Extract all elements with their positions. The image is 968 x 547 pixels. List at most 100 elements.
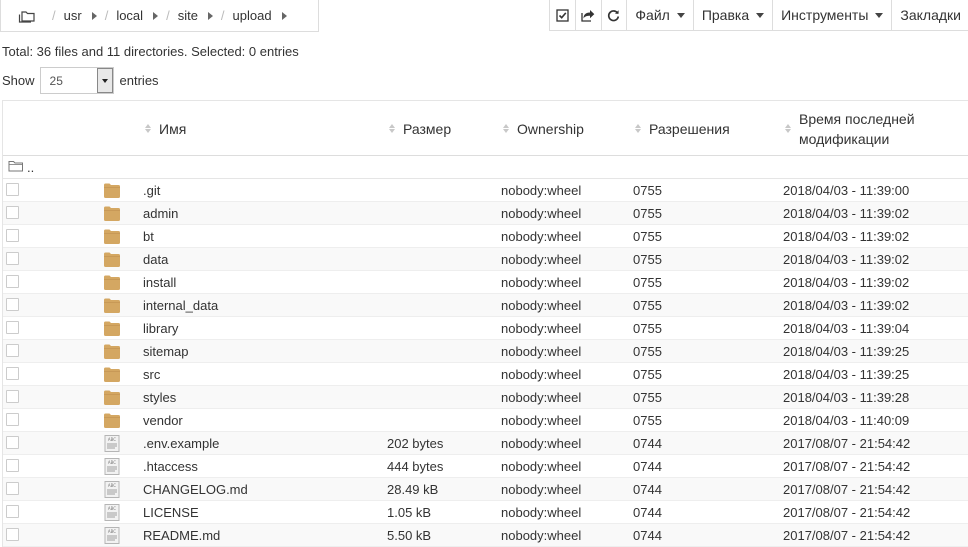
cell-ownership: nobody:wheel (501, 183, 582, 198)
row-checkbox[interactable] (6, 482, 19, 495)
table-row[interactable]: src nobody:wheel 0755 2018/04/03 - 11:39:25 (3, 363, 968, 386)
svg-text:ABC: ABC (108, 437, 116, 442)
cell-ownership: nobody:wheel (501, 298, 582, 313)
svg-text:ABC: ABC (108, 529, 116, 534)
table-row[interactable]: bt nobody:wheel 0755 2018/04/03 - 11:39:02 (3, 225, 968, 248)
cell-name[interactable]: library (143, 317, 178, 340)
cell-name[interactable]: internal_data (143, 294, 218, 317)
caret-right-icon[interactable] (207, 11, 213, 20)
file-table: Имя Размер Ownership Разрешения Время по… (2, 100, 968, 547)
row-checkbox[interactable] (6, 321, 19, 334)
row-checkbox[interactable] (6, 206, 19, 219)
cell-permissions: 0744 (633, 436, 662, 451)
cell-name[interactable]: data (143, 248, 168, 271)
table-row[interactable]: .git nobody:wheel 0755 2018/04/03 - 11:39:0… (3, 179, 968, 202)
cell-name[interactable]: .htaccess (143, 455, 198, 478)
menu-tools[interactable]: Инструменты (773, 0, 893, 30)
folder-icon (103, 389, 121, 406)
column-header-size[interactable]: Размер (389, 101, 451, 156)
share-icon[interactable] (576, 0, 602, 30)
svg-text:ABC: ABC (108, 460, 116, 465)
cell-name[interactable]: LICENSE (143, 501, 199, 524)
row-checkbox[interactable] (6, 229, 19, 242)
table-row[interactable]: ABC .env.example 202 bytes nobody:wheel 0744… (3, 432, 968, 455)
checkbox-icon[interactable] (550, 0, 576, 30)
row-checkbox[interactable] (6, 505, 19, 518)
cell-name[interactable]: bt (143, 225, 154, 248)
page-length-control: Show 25 entries (2, 67, 159, 94)
row-checkbox[interactable] (6, 275, 19, 288)
cell-modified: 2018/04/03 - 11:40:09 (783, 413, 910, 428)
cell-name[interactable]: sitemap (143, 340, 189, 363)
table-row[interactable]: install nobody:wheel 0755 2018/04/03 - 11:3… (3, 271, 968, 294)
breadcrumb-item-local[interactable]: local (116, 8, 159, 23)
column-header-name[interactable]: Имя (145, 101, 186, 156)
refresh-icon[interactable] (602, 0, 628, 30)
cell-name[interactable]: CHANGELOG.md (143, 478, 248, 501)
breadcrumb-label: site (177, 8, 198, 23)
cell-name[interactable]: README.md (143, 524, 220, 547)
text-file-icon: ABC (103, 527, 121, 544)
cell-ownership: nobody:wheel (501, 390, 582, 405)
cell-name[interactable]: .git (143, 179, 160, 202)
entries-per-page-select[interactable]: 25 (39, 67, 114, 94)
breadcrumb-separator: / (166, 8, 170, 23)
row-checkbox[interactable] (6, 390, 19, 403)
table-header: Имя Размер Ownership Разрешения Время по… (3, 101, 968, 156)
cell-name[interactable]: styles (143, 386, 176, 409)
parent-directory-row[interactable]: .. (3, 156, 968, 179)
table-row[interactable]: vendor nobody:wheel 0755 2018/04/03 - 11:40… (3, 409, 968, 432)
cell-ownership: nobody:wheel (501, 344, 582, 359)
cell-modified: 2018/04/03 - 11:39:02 (783, 206, 910, 221)
menu-edit[interactable]: Правка (694, 0, 774, 30)
table-row[interactable]: ABC CHANGELOG.md 28.49 kB nobody:wheel 0744 2… (3, 478, 968, 501)
show-label: Show (2, 73, 35, 88)
breadcrumb-item-usr[interactable]: usr (64, 8, 97, 23)
row-checkbox[interactable] (6, 459, 19, 472)
row-checkbox[interactable] (6, 367, 19, 380)
sort-icon (503, 124, 509, 133)
cell-name[interactable]: src (143, 363, 160, 386)
breadcrumb-item-upload[interactable]: upload (233, 8, 287, 23)
cell-modified: 2018/04/03 - 11:39:02 (783, 275, 910, 290)
row-checkbox[interactable] (6, 183, 19, 196)
cell-ownership: nobody:wheel (501, 413, 582, 428)
column-header-modified[interactable]: Время последней модификации (785, 101, 935, 156)
table-row[interactable]: styles nobody:wheel 0755 2018/04/03 - 11:39… (3, 386, 968, 409)
caret-right-icon[interactable] (91, 11, 97, 20)
table-row[interactable]: sitemap nobody:wheel 0755 2018/04/03 - 11:3… (3, 340, 968, 363)
breadcrumb-item-site[interactable]: site (178, 8, 213, 23)
row-checkbox[interactable] (6, 436, 19, 449)
row-checkbox[interactable] (6, 413, 19, 426)
cell-size: 202 bytes (387, 436, 444, 451)
sort-icon (785, 124, 791, 133)
folder-icon (103, 366, 121, 383)
cell-name[interactable]: admin (143, 202, 178, 225)
menu-bookmarks[interactable]: Закладки (892, 0, 968, 30)
row-checkbox[interactable] (6, 528, 19, 541)
row-checkbox[interactable] (6, 298, 19, 311)
table-row[interactable]: library nobody:wheel 0755 2018/04/03 - 11:3… (3, 317, 968, 340)
caret-right-icon[interactable] (153, 11, 159, 20)
row-checkbox[interactable] (6, 344, 19, 357)
cell-name[interactable]: .env.example (143, 432, 219, 455)
dropdown-arrow-icon[interactable] (96, 68, 113, 93)
table-row[interactable]: ABC README.md 5.50 kB nobody:wheel 0744 2017/… (3, 524, 968, 547)
table-row[interactable]: internal_data nobody:wheel 0755 2018/04/03 … (3, 294, 968, 317)
cell-name[interactable]: install (143, 271, 176, 294)
column-header-ownership[interactable]: Ownership (503, 101, 584, 156)
sort-icon (635, 124, 641, 133)
cell-permissions: 0744 (633, 459, 662, 474)
caret-right-icon[interactable] (281, 11, 287, 20)
cell-ownership: nobody:wheel (501, 436, 582, 451)
table-row[interactable]: ABC .htaccess 444 bytes nobody:wheel 0744 201… (3, 455, 968, 478)
cell-modified: 2017/08/07 - 21:54:42 (783, 459, 911, 474)
table-row[interactable]: admin nobody:wheel 0755 2018/04/03 - 11:39:… (3, 202, 968, 225)
table-row[interactable]: data nobody:wheel 0755 2018/04/03 - 11:39:0… (3, 248, 968, 271)
cell-name[interactable]: vendor (143, 409, 183, 432)
column-header-permissions[interactable]: Разрешения (635, 101, 730, 156)
table-row[interactable]: ABC LICENSE 1.05 kB nobody:wheel 0744 2017/08… (3, 501, 968, 524)
menu-file[interactable]: Файл (627, 0, 694, 30)
folders-icon[interactable] (18, 8, 38, 24)
row-checkbox[interactable] (6, 252, 19, 265)
